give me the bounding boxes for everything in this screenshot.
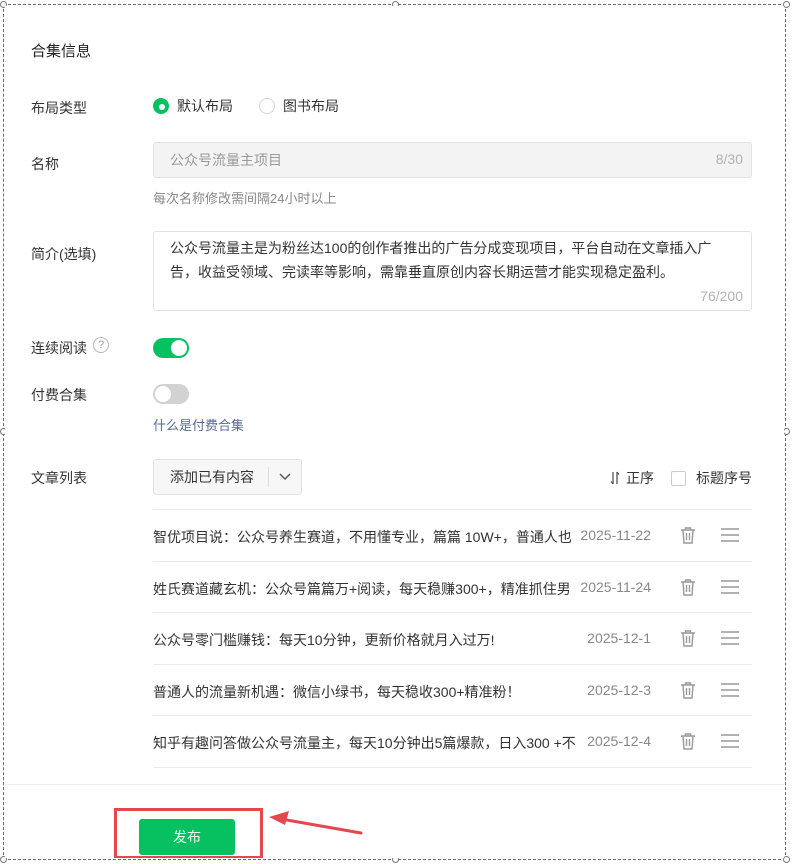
resize-handle-right[interactable] (783, 428, 790, 435)
drag-handle-icon[interactable] (721, 579, 739, 594)
chevron-down-icon[interactable] (269, 473, 301, 481)
resize-handle-top-right[interactable] (783, 1, 790, 8)
article-title: 姓氏赛道藏玄机：公众号篇篇万+阅读，每天稳赚300+，精准抓住男 (153, 580, 571, 597)
section-title: 合集信息 (31, 43, 92, 60)
trash-icon[interactable] (680, 629, 696, 647)
name-hint: 每次名称修改需间隔24小时以上 (153, 191, 337, 206)
footer-bar: 发布 (5, 784, 784, 858)
title-number-option[interactable]: 标题序号 (671, 468, 752, 488)
continuous-read-label: 连续阅读 (31, 340, 87, 356)
red-arrow-icon (269, 811, 363, 835)
table-row[interactable]: 公众号零门槛赚钱：每天10分钟，更新价格就月入过万! 2025-12-1 (153, 612, 752, 664)
article-list: 智优项目说：公众号养生赛道，不用懂专业，篇篇 10W+，普通人也 2025-11… (153, 509, 752, 818)
table-row[interactable]: 知乎有趣问答做公众号流量主，每天10分钟出5篇爆款，日入300 +不 2025-… (153, 715, 752, 767)
article-date: 2025-12-4 (587, 733, 651, 749)
sort-order-button[interactable]: 正序 (610, 468, 654, 488)
toggle-knob (171, 340, 187, 356)
trash-icon[interactable] (680, 732, 696, 750)
drag-handle-icon[interactable] (721, 528, 739, 542)
table-row[interactable]: 智优项目说：公众号养生赛道，不用懂专业，篇篇 10W+，普通人也 2025-11… (153, 509, 752, 561)
radio-book-layout[interactable]: 图书布局 (259, 96, 339, 116)
publish-button[interactable]: 发布 (139, 819, 235, 855)
trash-icon[interactable] (680, 526, 696, 544)
article-title: 公众号零门槛赚钱：每天10分钟，更新价格就月入过万! (153, 632, 495, 648)
radio-unchecked-icon (259, 98, 275, 114)
name-input[interactable] (154, 143, 674, 177)
intro-label: 简介(选填) (31, 246, 97, 262)
name-field: 8/30 (153, 142, 752, 178)
layout-radio-group: 默认布局 图书布局 (153, 96, 365, 116)
radio-default-layout-label: 默认布局 (177, 98, 233, 114)
sort-order-label: 正序 (626, 470, 654, 486)
article-date: 2025-12-1 (587, 630, 651, 646)
title-number-checkbox[interactable] (671, 470, 686, 486)
toggle-knob (155, 386, 171, 402)
article-date: 2025-11-24 (580, 578, 651, 595)
drag-handle-icon[interactable] (721, 631, 739, 645)
sort-icon (610, 471, 620, 485)
article-date: 2025-11-22 (580, 527, 651, 543)
article-list-label: 文章列表 (31, 470, 87, 486)
what-is-paid-collection-link[interactable]: 什么是付费合集 (153, 415, 244, 434)
resize-handle-bottom-right[interactable] (783, 856, 790, 863)
intro-text: 公众号流量主是为粉丝达100的创作者推出的广告分成变现项目，平台自动在文章插入广… (170, 240, 712, 280)
radio-default-layout[interactable]: 默认布局 (153, 96, 233, 116)
title-number-label: 标题序号 (696, 470, 752, 486)
drag-handle-icon[interactable] (721, 734, 739, 748)
add-content-dropdown[interactable]: 添加已有内容 (153, 459, 302, 495)
paid-collection-label: 付费合集 (31, 387, 87, 403)
table-row[interactable]: 姓氏赛道藏玄机：公众号篇篇万+阅读，每天稳赚300+，精准抓住男 2025-11… (153, 560, 752, 613)
radio-book-layout-label: 图书布局 (283, 98, 339, 114)
help-icon[interactable]: ? (93, 337, 109, 353)
name-label: 名称 (31, 156, 59, 172)
intro-counter: 76/200 (700, 288, 743, 304)
add-content-label: 添加已有内容 (170, 469, 254, 485)
article-title: 知乎有趣问答做公众号流量主，每天10分钟出5篇爆款，日入300 +不 (153, 735, 576, 751)
radio-checked-icon (153, 98, 169, 114)
article-title: 普通人的流量新机遇：微信小绿书，每天稳收300+精准粉！ (153, 683, 521, 700)
trash-icon[interactable] (680, 578, 696, 596)
drag-handle-icon[interactable] (721, 682, 739, 697)
intro-textarea[interactable]: 公众号流量主是为粉丝达100的创作者推出的广告分成变现项目，平台自动在文章插入广… (153, 231, 752, 311)
trash-icon[interactable] (680, 681, 696, 699)
article-date: 2025-12-3 (587, 681, 651, 698)
table-row[interactable]: 普通人的流量新机遇：微信小绿书，每天稳收300+精准粉！ 2025-12-3 (153, 663, 752, 716)
continuous-read-toggle[interactable] (153, 338, 189, 358)
paid-collection-toggle[interactable] (153, 384, 189, 404)
article-title: 智优项目说：公众号养生赛道，不用懂专业，篇篇 10W+，普通人也 (153, 529, 572, 545)
layout-type-label: 布局类型 (31, 100, 87, 116)
collection-settings-panel: 合集信息 布局类型 默认布局 图书布局 名称 8/30 每次名称修改需间隔24小… (5, 6, 784, 858)
name-counter: 8/30 (715, 151, 743, 167)
